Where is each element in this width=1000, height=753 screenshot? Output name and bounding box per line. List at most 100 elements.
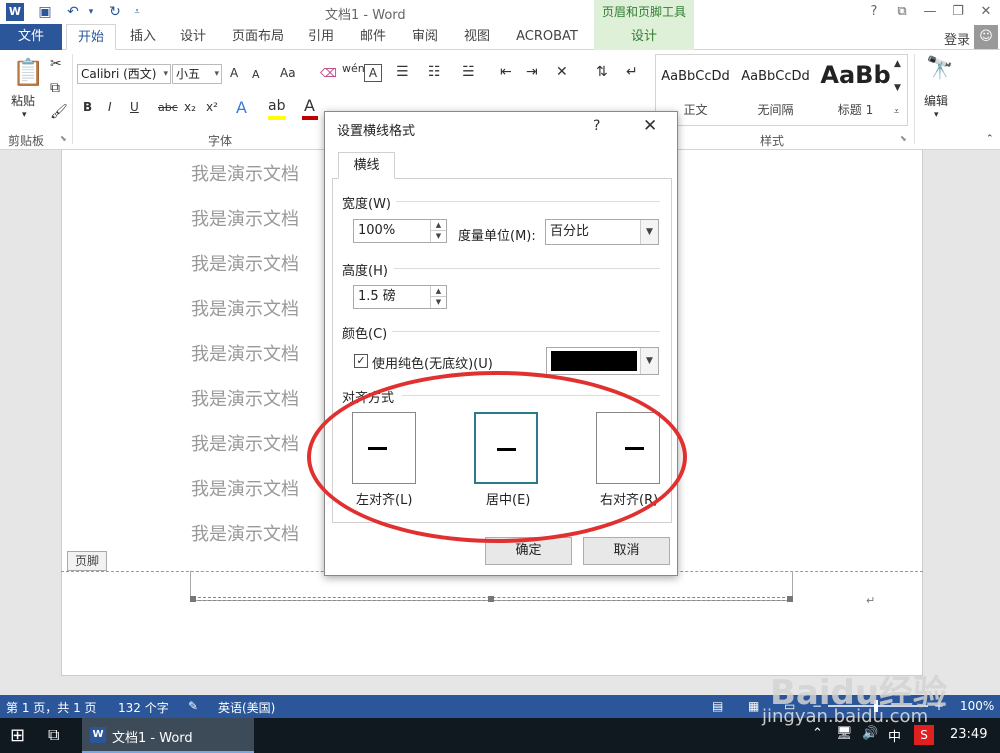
save-icon[interactable]: ▣	[36, 3, 54, 21]
word-count[interactable]: 132 个字	[118, 699, 169, 716]
show-marks-icon[interactable]: ↵	[626, 64, 638, 80]
user-avatar-icon[interactable]: ☺	[974, 25, 998, 49]
resize-handle[interactable]	[488, 596, 494, 602]
tab-design[interactable]: 设计	[172, 24, 214, 50]
redo-icon[interactable]: ↻	[106, 3, 124, 21]
dialog-help-button[interactable]: ?	[593, 118, 600, 134]
style-sample: AaBbCcDd	[741, 69, 810, 84]
paste-button[interactable]: 粘贴	[11, 92, 35, 109]
paste-dropdown-icon[interactable]: ▾	[22, 110, 27, 120]
bold-button[interactable]: B	[83, 100, 92, 114]
windows-start-icon[interactable]: ⊞	[10, 725, 25, 746]
font-color-icon[interactable]: A	[304, 96, 315, 115]
zoom-level[interactable]: 100%	[960, 699, 994, 713]
paste-icon[interactable]: 📋	[12, 58, 44, 88]
editing-dropdown-icon[interactable]: ▾	[934, 110, 939, 120]
network-icon[interactable]: 🖥	[836, 726, 853, 741]
dialog-close-icon[interactable]: ✕	[643, 116, 657, 136]
styles-scroll-up-icon[interactable]: ▲	[894, 59, 901, 69]
format-painter-icon[interactable]: 🖌	[50, 104, 68, 120]
increase-indent-icon[interactable]: ⇥	[526, 64, 538, 80]
language-indicator[interactable]: 英语(美国)	[218, 699, 275, 716]
styles-more-icon[interactable]: ⩡	[894, 107, 899, 117]
undo-icon[interactable]: ↶	[64, 3, 82, 21]
tab-file[interactable]: 文件	[0, 24, 62, 50]
highlight-icon[interactable]: ab	[268, 98, 285, 114]
resize-handle[interactable]	[787, 596, 793, 602]
tab-home[interactable]: 开始	[66, 24, 116, 50]
cut-icon[interactable]: ✂	[50, 56, 62, 72]
maximize-icon[interactable]: ❐	[946, 2, 970, 22]
tab-insert[interactable]: 插入	[122, 24, 164, 50]
close-icon[interactable]: ✕	[974, 2, 998, 22]
underline-button[interactable]: U	[130, 100, 139, 114]
tab-review[interactable]: 审阅	[404, 24, 446, 50]
styles-group-label: 样式	[760, 134, 785, 148]
change-case-button[interactable]: Aa	[280, 66, 296, 80]
resize-handle[interactable]	[190, 596, 196, 602]
text-effects-icon[interactable]: A	[236, 98, 247, 117]
cancel-button[interactable]: 取消	[583, 537, 670, 565]
sign-in-link[interactable]: 登录	[944, 29, 970, 48]
sort-icon[interactable]: ⇅	[596, 64, 608, 80]
solid-color-checkbox[interactable]: ✓	[354, 354, 368, 368]
phonetic-guide-icon[interactable]: wén	[342, 62, 365, 75]
find-binoculars-icon[interactable]: 🔭	[926, 56, 953, 81]
tab-header-footer-design[interactable]: 设计	[594, 24, 694, 50]
spin-down-icon[interactable]: ▼	[431, 231, 446, 242]
page-count[interactable]: 第 1 页，共 1 页	[6, 699, 97, 716]
ribbon-display-options-icon[interactable]: ⧉	[890, 2, 914, 22]
customize-quick-access-icon[interactable]: ⩡	[128, 3, 146, 21]
proofing-icon[interactable]: ✎	[188, 699, 198, 713]
bullets-icon[interactable]: ☰	[396, 64, 409, 80]
editing-button[interactable]: 编辑	[924, 92, 948, 109]
print-layout-icon[interactable]: ▦	[748, 699, 759, 713]
spin-up-icon[interactable]: ▲	[431, 286, 446, 297]
numbering-icon[interactable]: ☷	[428, 64, 441, 80]
height-spinner[interactable]: 1.5 磅 ▲ ▼	[353, 285, 447, 309]
collapse-ribbon-icon[interactable]: ⌃	[986, 134, 994, 144]
undo-dropdown-icon[interactable]: ▾	[82, 3, 100, 21]
task-view-icon[interactable]: ⧉	[48, 725, 59, 745]
help-icon[interactable]: ?	[862, 2, 886, 22]
sogou-ime-icon[interactable]: S	[914, 725, 934, 745]
superscript-button[interactable]: x²	[206, 100, 218, 114]
tab-references[interactable]: 引用	[300, 24, 342, 50]
decrease-indent-icon[interactable]: ⇤	[500, 64, 512, 80]
styles-launcher-icon[interactable]: ⬊	[900, 134, 907, 143]
width-spinner[interactable]: 100% ▲ ▼	[353, 219, 447, 243]
clipboard-launcher-icon[interactable]: ⬊	[60, 134, 67, 143]
tab-horizontal-line[interactable]: 横线	[338, 152, 395, 179]
font-size-combo[interactable]: 小五 ▾	[172, 64, 222, 84]
multilevel-list-icon[interactable]: ☱	[462, 64, 475, 80]
color-picker[interactable]: ▼	[546, 347, 659, 375]
minimize-icon[interactable]: —	[918, 2, 942, 22]
font-family-combo[interactable]: Calibri (西文) ▾	[77, 64, 171, 84]
unit-select[interactable]: 百分比 ▼	[545, 219, 659, 245]
subscript-button[interactable]: x₂	[184, 100, 196, 114]
character-border-icon[interactable]: A	[364, 64, 382, 82]
clear-formatting-icon[interactable]: ⌫	[320, 66, 337, 80]
tab-page-layout[interactable]: 页面布局	[224, 24, 292, 50]
style-heading-1[interactable]: AaBb 标题 1	[816, 55, 895, 125]
read-mode-icon[interactable]: ▤	[712, 699, 723, 713]
spin-up-icon[interactable]: ▲	[431, 220, 446, 231]
asian-layout-icon[interactable]: ✕	[556, 64, 568, 80]
notification-chevron-icon[interactable]: ⌃	[812, 726, 823, 741]
styles-scroll-down-icon[interactable]: ▼	[894, 83, 901, 93]
style-no-spacing[interactable]: AaBbCcDd 无间隔	[736, 55, 815, 125]
grow-font-button[interactable]: A	[230, 66, 238, 80]
taskbar-word-button[interactable]: W 文档1 - Word	[82, 718, 254, 753]
shrink-font-button[interactable]: A	[252, 68, 260, 81]
ime-indicator[interactable]: 中	[888, 726, 901, 745]
strikethrough-button[interactable]: abc	[158, 101, 178, 114]
volume-icon[interactable]: 🔊	[862, 726, 878, 741]
clock[interactable]: 23:49	[950, 727, 987, 742]
copy-icon[interactable]: ⧉	[50, 80, 60, 96]
tab-view[interactable]: 视图	[456, 24, 498, 50]
tab-mailings[interactable]: 邮件	[352, 24, 394, 50]
spin-down-icon[interactable]: ▼	[431, 297, 446, 308]
italic-button[interactable]: I	[108, 100, 112, 114]
tab-acrobat[interactable]: ACROBAT	[508, 24, 586, 50]
watermark-url: jingyan.baidu.com	[762, 706, 929, 727]
